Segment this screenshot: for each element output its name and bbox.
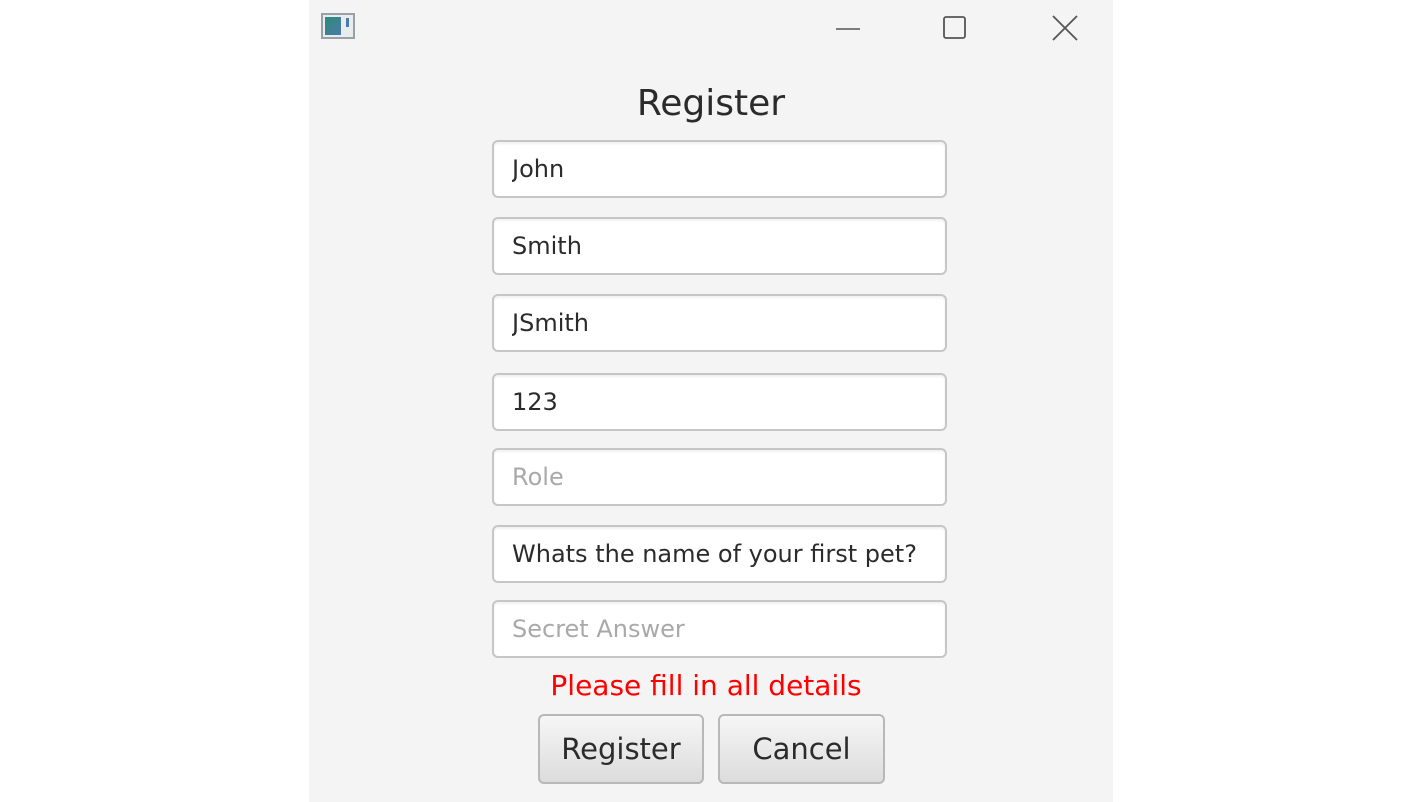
close-icon [1052, 15, 1078, 41]
secret-question-field[interactable] [492, 525, 947, 583]
username-field[interactable] [492, 294, 947, 352]
last-name-field[interactable] [492, 217, 947, 275]
minimize-icon [836, 28, 860, 30]
role-field[interactable] [492, 448, 947, 506]
first-name-field[interactable] [492, 140, 947, 198]
password-field[interactable] [492, 373, 947, 431]
cancel-button[interactable]: Cancel [718, 714, 885, 784]
register-button[interactable]: Register [538, 714, 704, 784]
maximize-icon [943, 16, 966, 39]
close-button[interactable] [1043, 8, 1087, 48]
maximize-button[interactable] [933, 8, 977, 48]
app-icon [321, 13, 355, 39]
register-window: Register Please fill in all details Regi… [309, 0, 1113, 802]
secret-answer-field[interactable] [492, 600, 947, 658]
app-icon-bar [346, 18, 349, 27]
app-icon-block [325, 17, 341, 35]
error-message: Please fill in all details [550, 669, 862, 702]
minimize-button[interactable] [826, 8, 870, 48]
page-title: Register [636, 83, 786, 124]
title-bar [309, 0, 1113, 56]
